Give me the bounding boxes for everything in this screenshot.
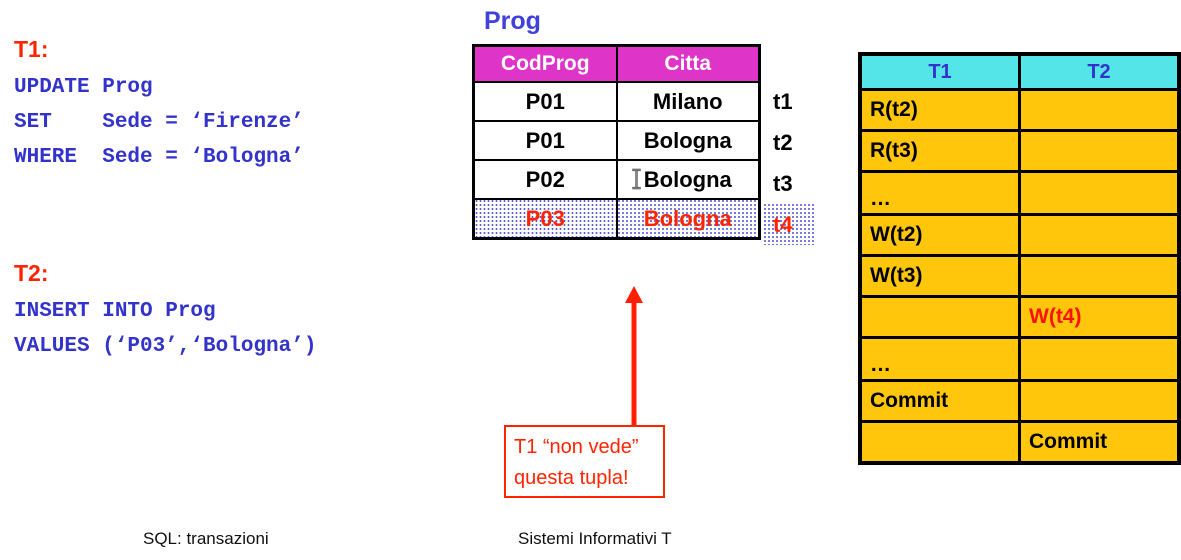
table-row: … [858,336,1181,382]
schedule-cell-t1 [858,295,1021,339]
schedule-col-header-t2: T2 [1018,52,1181,91]
prog-cell-codprog: P02 [472,159,618,200]
schedule-cell-t1: … [858,336,1021,382]
table-row: P02 Bologna [472,159,761,200]
transaction-label-t2: T2: [14,260,49,286]
table-row: W(t2) [858,213,1181,257]
table-row: P01 Milano [472,81,761,122]
schedule-cell-t1: Commit [858,379,1021,423]
transaction-block-t1: T1: UPDATE Prog SET Sede = ‘Firenze’ WHE… [14,34,304,175]
prog-table-section: Prog CodProg Citta P01 Milano P01 Bologn… [472,6,816,245]
table-row: Commit [858,379,1181,423]
prog-table: CodProg Citta P01 Milano P01 Bologna P02… [472,44,761,240]
callout-annotation: T1 “non vede” questa tupla! [504,425,665,498]
table-row-highlighted: P03 Bologna [472,198,761,240]
prog-table-title: Prog [484,7,541,35]
prog-cell-citta: Bologna [615,120,761,161]
tuple-label-highlighted: t4 [764,204,816,245]
sql-code-t2: INSERT INTO Prog VALUES (‘P03’,‘Bologna’… [14,294,316,364]
schedule-table-section: T1 T2 R(t2) R(t3) … W(t2) W(t3) W(t4) … … [858,52,1181,465]
sql-line: SET Sede = ‘Firenze’ [14,111,304,134]
schedule-cell-t2: Commit [1018,420,1181,465]
prog-col-header-citta: Citta [615,44,761,83]
schedule-cell-t1: R(t3) [858,129,1021,173]
schedule-cell-t2 [1018,170,1181,216]
schedule-cell-t2 [1018,336,1181,382]
transaction-label-t1: T1: [14,36,49,62]
callout-line: questa tupla! [514,467,629,489]
transaction-block-t2: T2: INSERT INTO Prog VALUES (‘P03’,‘Bolo… [14,258,316,364]
table-row: … [858,170,1181,216]
prog-col-header-codprog: CodProg [472,44,618,83]
callout-line: T1 “non vede” [514,436,639,458]
table-row: R(t2) [858,88,1181,132]
prog-cell-citta: Milano [615,81,761,122]
sql-line: VALUES (‘P03’,‘Bologna’) [14,335,317,358]
prog-header-row: CodProg Citta [472,44,761,83]
prog-cell-codprog: P01 [472,120,618,161]
prog-cell-codprog: P03 [472,198,618,240]
sql-line: UPDATE Prog [14,76,153,99]
schedule-cell-t1: W(t2) [858,213,1021,257]
prog-cell-citta: Bologna [615,159,761,200]
tuple-label-column: t1 t2 t3 t4 [764,81,816,245]
tuple-label: t3 [773,171,793,196]
sql-line: INSERT INTO Prog [14,300,216,323]
schedule-cell-t2 [1018,88,1181,132]
footer-left-text: SQL: transazioni [143,529,269,548]
schedule-cell-t1: W(t3) [858,254,1021,298]
table-row: W(t4) [858,295,1181,339]
prog-cell-citta: Bologna [615,198,761,240]
schedule-col-header-t1: T1 [858,52,1021,91]
schedule-cell-t1 [858,420,1021,465]
table-row: P01 Bologna [472,120,761,161]
schedule-cell-t2 [1018,254,1181,298]
schedule-cell-t2 [1018,379,1181,423]
sql-line: WHERE Sede = ‘Bologna’ [14,146,304,169]
schedule-table: T1 T2 R(t2) R(t3) … W(t2) W(t3) W(t4) … … [858,52,1181,465]
red-arrow-icon [625,286,643,428]
sql-code-t1: UPDATE Prog SET Sede = ‘Firenze’ WHERE S… [14,70,304,175]
tuple-label: t2 [773,130,793,155]
tuple-label: t1 [773,89,793,114]
schedule-header-row: T1 T2 [858,52,1181,91]
table-row: Commit [858,420,1181,465]
schedule-cell-t2 [1018,213,1181,257]
table-row: W(t3) [858,254,1181,298]
prog-cell-codprog: P01 [472,81,618,122]
table-row: R(t3) [858,129,1181,173]
schedule-cell-t2-highlighted: W(t4) [1018,295,1181,339]
schedule-cell-t1: R(t2) [858,88,1021,132]
footer-right-text: Sistemi Informativi T [518,529,672,548]
schedule-cell-t2 [1018,129,1181,173]
schedule-cell-t1: … [858,170,1021,216]
